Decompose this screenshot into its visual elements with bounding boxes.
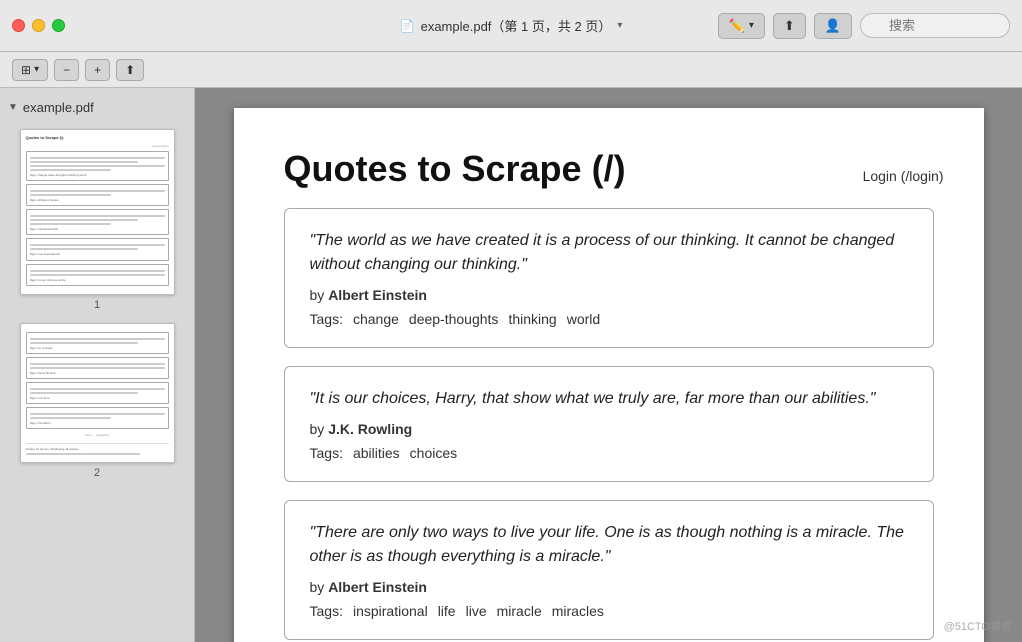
quote-tags-1: Tags: abilities choices	[310, 445, 908, 461]
minimize-button[interactable]	[32, 19, 45, 32]
zoom-out-button[interactable]: −	[54, 59, 79, 81]
tag-2-1: life	[438, 603, 456, 619]
page-thumbnail-1[interactable]: Quotes to Scrape (/) Login(/login) Tags:…	[20, 129, 175, 295]
quote-text-1: "It is our choices, Harry, that show wha…	[310, 387, 908, 411]
quote-card-1: "It is our choices, Harry, that show wha…	[284, 366, 934, 482]
upload-icon: ⬆	[125, 63, 135, 77]
sidebar: ▼ example.pdf Quotes to Scrape (/) Login…	[0, 88, 195, 642]
share-icon: ⬆	[784, 18, 795, 34]
tag-2-0: inspirational	[353, 603, 428, 619]
person-icon: 👤	[825, 18, 841, 34]
page-number-2: 2	[94, 467, 100, 479]
pdf-viewer[interactable]: Quotes to Scrape (/) Login (/login) "The…	[195, 88, 1022, 642]
quote-tags-2: Tags: inspirational life live miracle mi…	[310, 603, 908, 619]
author-prefix-0: by	[310, 287, 325, 303]
collapse-icon: ▼	[8, 102, 18, 113]
tag-0-3: world	[567, 311, 600, 327]
zoom-in-icon: +	[94, 63, 101, 77]
author-prefix-1: by	[310, 421, 325, 437]
quote-card-0: "The world as we have created it is a pr…	[284, 208, 934, 348]
page-title: Quotes to Scrape (/)	[284, 148, 934, 190]
zoom-out-icon: −	[63, 63, 70, 77]
pen-icon: ✏️	[729, 18, 745, 34]
zoom-in-button[interactable]: +	[85, 59, 110, 81]
quote-text-2: "There are only two ways to live your li…	[310, 521, 908, 569]
tag-0-0: change	[353, 311, 399, 327]
page-thumbnail-2[interactable]: Tags: be yourself Tags: friend himself T…	[20, 323, 175, 463]
person-button[interactable]: 👤	[814, 13, 852, 39]
fullscreen-button[interactable]	[52, 19, 65, 32]
search-input[interactable]	[860, 13, 1010, 38]
quote-author-2: by Albert Einstein	[310, 579, 908, 595]
tag-0-1: deep-thoughts	[409, 311, 499, 327]
title-bar: 📄 example.pdf（第 1 页，共 2 页） ▾ ✏️ ▾ ⬆ 👤 🔍	[0, 0, 1022, 52]
quote-tags-0: Tags: change deep-thoughts thinking worl…	[310, 311, 908, 327]
share-button[interactable]: ⬆	[773, 13, 806, 39]
tags-label-2: Tags:	[310, 603, 343, 619]
author-name-0: Albert Einstein	[328, 287, 427, 303]
tag-2-3: miracle	[497, 603, 542, 619]
traffic-lights	[12, 19, 65, 32]
tag-1-0: abilities	[353, 445, 400, 461]
author-name-2: Albert Einstein	[328, 579, 427, 595]
annotate-button[interactable]: ✏️ ▾	[718, 13, 765, 39]
pdf-page: Quotes to Scrape (/) Login (/login) "The…	[234, 108, 984, 642]
tag-2-4: miracles	[552, 603, 604, 619]
upload-button[interactable]: ⬆	[116, 59, 144, 81]
quote-card-2: "There are only two ways to live your li…	[284, 500, 934, 640]
quote-author-1: by J.K. Rowling	[310, 421, 908, 437]
author-prefix-2: by	[310, 579, 325, 595]
tag-2-2: live	[466, 603, 487, 619]
watermark: @51CTO博客	[944, 618, 1012, 634]
toolbar: ⊞ ▾ − + ⬆	[0, 52, 1022, 88]
grid-view-button[interactable]: ⊞ ▾	[12, 59, 48, 81]
grid-icon: ⊞	[21, 63, 31, 77]
quote-author-0: by Albert Einstein	[310, 287, 908, 303]
window-title: 📄 example.pdf（第 1 页，共 2 页） ▾	[400, 16, 623, 35]
tags-label-1: Tags:	[310, 445, 343, 461]
pdf-icon: 📄	[400, 19, 415, 33]
author-name-1: J.K. Rowling	[328, 421, 412, 437]
thumbnail-container-2: Tags: be yourself Tags: friend himself T…	[0, 317, 194, 485]
close-button[interactable]	[12, 19, 25, 32]
tag-1-1: choices	[410, 445, 457, 461]
tags-label-0: Tags:	[310, 311, 343, 327]
sidebar-file-header[interactable]: ▼ example.pdf	[0, 96, 194, 123]
grid-chevron: ▾	[34, 64, 39, 75]
annotate-chevron: ▾	[749, 20, 754, 31]
search-wrapper: 🔍	[860, 13, 1010, 38]
toolbar-right: ✏️ ▾ ⬆ 👤 🔍	[718, 13, 1010, 39]
title-text: example.pdf（第 1 页，共 2 页）	[421, 16, 612, 35]
sidebar-filename: example.pdf	[23, 100, 94, 115]
page-number-1: 1	[94, 299, 100, 311]
login-link[interactable]: Login (/login)	[863, 168, 944, 184]
quote-text-0: "The world as we have created it is a pr…	[310, 229, 908, 277]
chevron-down-icon[interactable]: ▾	[617, 20, 622, 31]
thumbnail-container-1: Quotes to Scrape (/) Login(/login) Tags:…	[0, 123, 194, 317]
tag-0-2: thinking	[508, 311, 556, 327]
main-area: ▼ example.pdf Quotes to Scrape (/) Login…	[0, 88, 1022, 642]
